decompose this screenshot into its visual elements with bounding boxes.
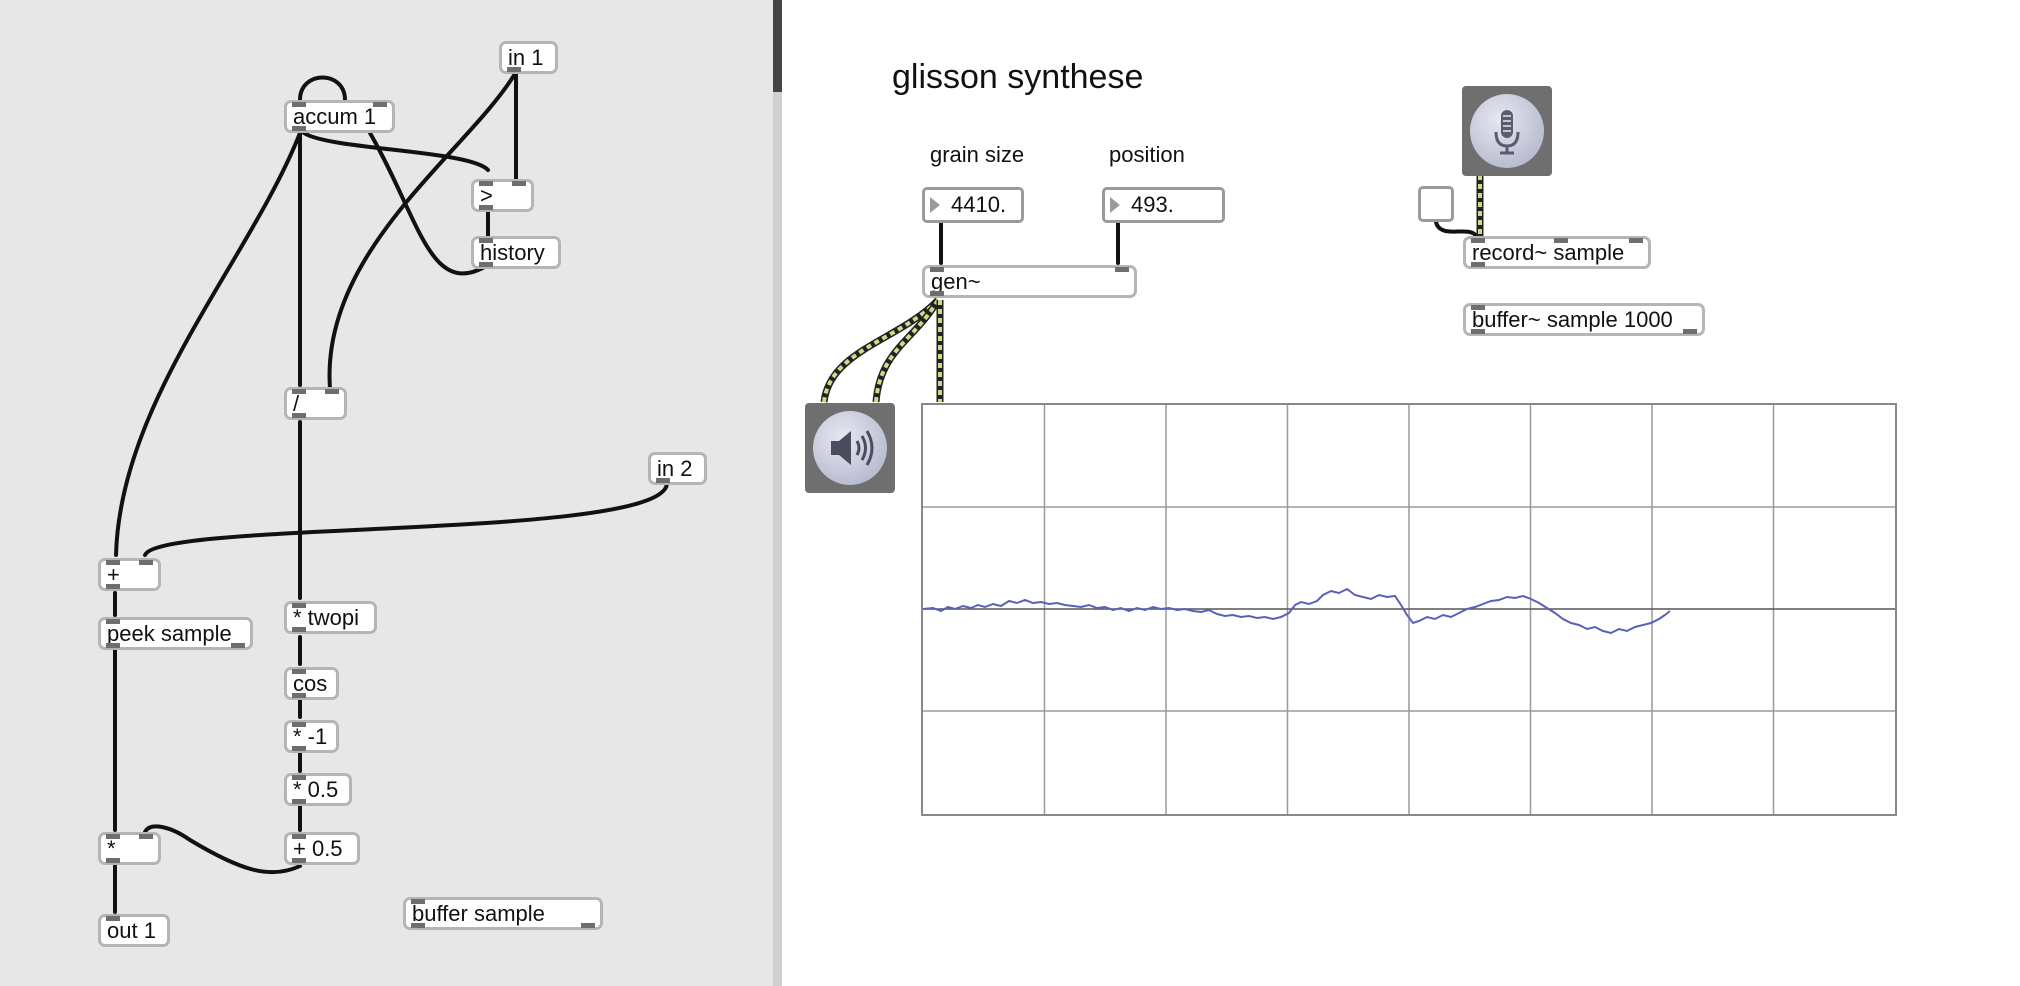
record-outlet[interactable] xyxy=(1471,262,1485,267)
buffer-1000-outlet-right[interactable] xyxy=(1683,329,1697,334)
cos-inlet[interactable] xyxy=(292,669,306,674)
multiply-inlet-right[interactable] xyxy=(139,834,153,839)
grain-size-number-box[interactable]: 4410. xyxy=(922,187,1024,223)
greater-than-object[interactable]: > xyxy=(471,179,534,212)
record-inlet-mid[interactable] xyxy=(1554,238,1568,243)
scope-graph xyxy=(922,405,1895,814)
grain-size-label: grain size xyxy=(930,142,1025,167)
buffer-sample-inlet[interactable] xyxy=(411,899,425,904)
number-triangle-icon xyxy=(930,197,940,213)
multiply-inlet-left[interactable] xyxy=(106,834,120,839)
position-number-box[interactable]: 493. xyxy=(1102,187,1225,223)
divide-outlet[interactable] xyxy=(292,413,306,418)
twopi-outlet[interactable] xyxy=(292,627,306,632)
negate-outlet[interactable] xyxy=(292,746,306,751)
history-outlet[interactable] xyxy=(479,262,493,267)
greater-inlet-left[interactable] xyxy=(479,181,493,186)
buffer-sample-1000-label: buffer~ sample 1000 xyxy=(1472,307,1673,332)
divide-inlet-right[interactable] xyxy=(325,389,339,394)
history-object[interactable]: history xyxy=(471,236,561,269)
greater-outlet[interactable] xyxy=(479,205,493,210)
times-half-outlet[interactable] xyxy=(292,799,306,804)
accum-object[interactable]: accum 1 xyxy=(284,100,395,133)
accum-inlet-left[interactable] xyxy=(292,102,306,107)
peek-sample-object[interactable]: peek sample xyxy=(98,617,253,650)
scope-display[interactable] xyxy=(921,403,1897,816)
buffer-1000-inlet[interactable] xyxy=(1471,305,1485,310)
gen-object[interactable]: gen~ xyxy=(922,265,1137,298)
dac-speaker-button[interactable] xyxy=(805,403,895,493)
in1-object[interactable]: in 1 xyxy=(499,41,558,74)
buffer-sample-label: buffer sample xyxy=(412,901,545,926)
plus-object[interactable]: + xyxy=(98,558,161,591)
record-sample-object[interactable]: record~ sample xyxy=(1463,236,1651,269)
divider-scroll-thumb[interactable] xyxy=(773,0,782,92)
buffer-sample-outlet-left[interactable] xyxy=(411,923,425,928)
twopi-inlet[interactable] xyxy=(292,603,306,608)
record-inlet-right[interactable] xyxy=(1629,238,1643,243)
peek-sample-label: peek sample xyxy=(107,621,232,646)
patcher-title: glisson synthese xyxy=(892,58,1144,96)
gen-inlet-right[interactable] xyxy=(1115,267,1129,272)
out1-label: out 1 xyxy=(107,918,156,943)
record-inlet-left[interactable] xyxy=(1471,238,1485,243)
peek-outlet-right[interactable] xyxy=(231,643,245,648)
buffer-1000-outlet-left[interactable] xyxy=(1471,329,1485,334)
plus-outlet[interactable] xyxy=(106,584,120,589)
gen-outlet[interactable] xyxy=(930,291,944,296)
negate-object[interactable]: * -1 xyxy=(284,720,339,753)
accum-outlet[interactable] xyxy=(292,126,306,131)
adc-microphone-button[interactable] xyxy=(1462,86,1552,176)
peek-inlet[interactable] xyxy=(106,619,120,624)
twopi-object[interactable]: * twopi xyxy=(284,601,377,634)
peek-outlet-left[interactable] xyxy=(106,643,120,648)
speaker-icon xyxy=(831,430,874,466)
divide-object[interactable]: / xyxy=(284,387,347,420)
in2-outlet[interactable] xyxy=(656,478,670,483)
history-inlet[interactable] xyxy=(479,238,493,243)
multiply-outlet[interactable] xyxy=(106,858,120,863)
gen-inlet-left[interactable] xyxy=(930,267,944,272)
cos-outlet[interactable] xyxy=(292,693,306,698)
plus-half-inlet[interactable] xyxy=(292,834,306,839)
negate-inlet[interactable] xyxy=(292,722,306,727)
out1-object[interactable]: out 1 xyxy=(98,914,170,947)
plus-inlet-right[interactable] xyxy=(139,560,153,565)
accum-inlet-right[interactable] xyxy=(373,102,387,107)
buffer-sample-object[interactable]: buffer sample xyxy=(403,897,603,930)
multiply-object[interactable]: * xyxy=(98,832,161,865)
buffer-sample-outlet-right[interactable] xyxy=(581,923,595,928)
record-sample-label: record~ sample xyxy=(1472,240,1625,265)
microphone-icon xyxy=(1494,110,1520,155)
plus-half-object[interactable]: + 0.5 xyxy=(284,832,360,865)
times-half-object[interactable]: * 0.5 xyxy=(284,773,352,806)
position-label: position xyxy=(1109,142,1185,167)
plus-inlet-left[interactable] xyxy=(106,560,120,565)
plus-half-outlet[interactable] xyxy=(292,858,306,863)
grain-size-value: 4410. xyxy=(951,192,1007,217)
cos-object[interactable]: cos xyxy=(284,667,339,700)
scope-trace xyxy=(922,587,1671,635)
greater-inlet-right[interactable] xyxy=(512,181,526,186)
number-triangle-icon xyxy=(1110,197,1120,213)
pane-divider[interactable] xyxy=(773,0,808,986)
position-value: 493. xyxy=(1131,192,1174,217)
out1-inlet[interactable] xyxy=(106,916,120,921)
in2-object[interactable]: in 2 xyxy=(648,452,707,485)
divide-inlet-left[interactable] xyxy=(292,389,306,394)
times-half-inlet[interactable] xyxy=(292,775,306,780)
in1-outlet[interactable] xyxy=(507,67,521,72)
buffer-sample-1000-object[interactable]: buffer~ sample 1000 xyxy=(1463,303,1705,336)
record-toggle[interactable] xyxy=(1418,186,1454,222)
